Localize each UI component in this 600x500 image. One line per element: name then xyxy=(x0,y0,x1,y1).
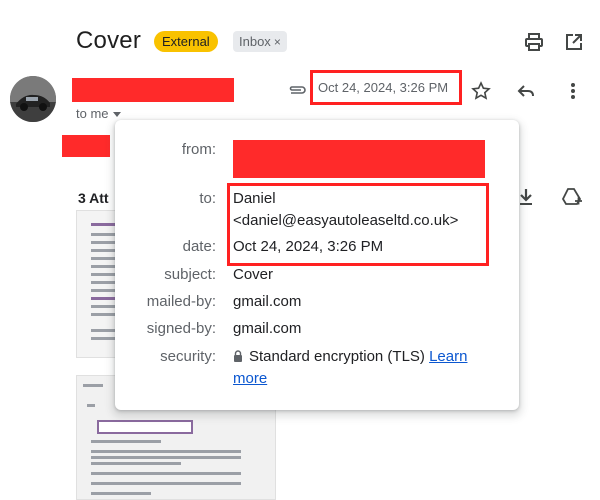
add-to-drive-icon[interactable] xyxy=(560,186,584,208)
email-subject: Cover xyxy=(76,27,142,54)
security-value: Standard encryption (TLS) Learn xyxy=(233,348,467,365)
inbox-label-chip[interactable]: Inbox × xyxy=(233,31,287,52)
attachments-heading: 3 Att xyxy=(78,190,109,206)
security-label: security: xyxy=(160,348,216,365)
recipient-details-toggle[interactable]: to me xyxy=(76,106,121,121)
lock-icon xyxy=(234,350,242,362)
print-icon[interactable] xyxy=(522,30,546,54)
recipient-details-popup: from: to: Daniel <daniel@easyautoleaselt… xyxy=(115,120,519,410)
caret-down-icon[interactable] xyxy=(112,112,121,118)
remove-label-icon[interactable]: × xyxy=(274,35,281,49)
message-date: Oct 24, 2024, 3:26 PM xyxy=(310,70,462,105)
star-icon[interactable] xyxy=(470,80,492,102)
redacted-sender-name xyxy=(72,78,234,102)
to-me-label: to me xyxy=(76,106,109,121)
mailed-by-value: gmail.com xyxy=(233,293,302,310)
learn-more-link-continued[interactable]: more xyxy=(233,370,267,387)
open-in-new-icon[interactable] xyxy=(562,30,586,54)
inbox-label-text: Inbox xyxy=(239,34,271,49)
learn-more-link[interactable]: Learn xyxy=(429,348,467,365)
sender-avatar[interactable] xyxy=(10,76,56,122)
from-label: from: xyxy=(181,141,216,158)
date-label: date: xyxy=(182,238,216,255)
external-badge: External xyxy=(154,31,218,52)
to-email[interactable]: <daniel@easyautoleaseltd.co.uk> xyxy=(233,212,458,229)
date-value: Oct 24, 2024, 3:26 PM xyxy=(233,238,384,255)
signed-by-value: gmail.com xyxy=(233,320,302,337)
signed-by-label: signed-by: xyxy=(146,320,216,337)
paperclip-icon xyxy=(286,80,308,100)
to-name: Daniel xyxy=(233,190,276,207)
redacted-text xyxy=(62,135,110,157)
redacted-from-address xyxy=(233,140,485,178)
subject-value: Cover xyxy=(233,266,274,283)
to-label: to: xyxy=(199,190,216,207)
reply-icon[interactable] xyxy=(515,80,537,102)
mailed-by-label: mailed-by: xyxy=(146,293,216,310)
more-vert-icon[interactable] xyxy=(562,80,584,102)
security-text: Standard encryption (TLS) xyxy=(249,348,425,365)
subject-label: subject: xyxy=(164,266,216,283)
